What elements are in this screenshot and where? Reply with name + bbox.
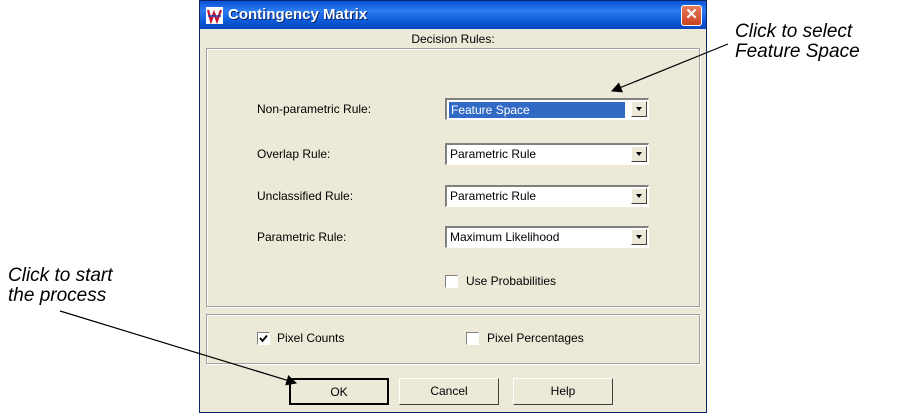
select-arrow (610, 43, 729, 93)
start-arrow (59, 310, 298, 386)
callout-arrows (59, 43, 729, 386)
